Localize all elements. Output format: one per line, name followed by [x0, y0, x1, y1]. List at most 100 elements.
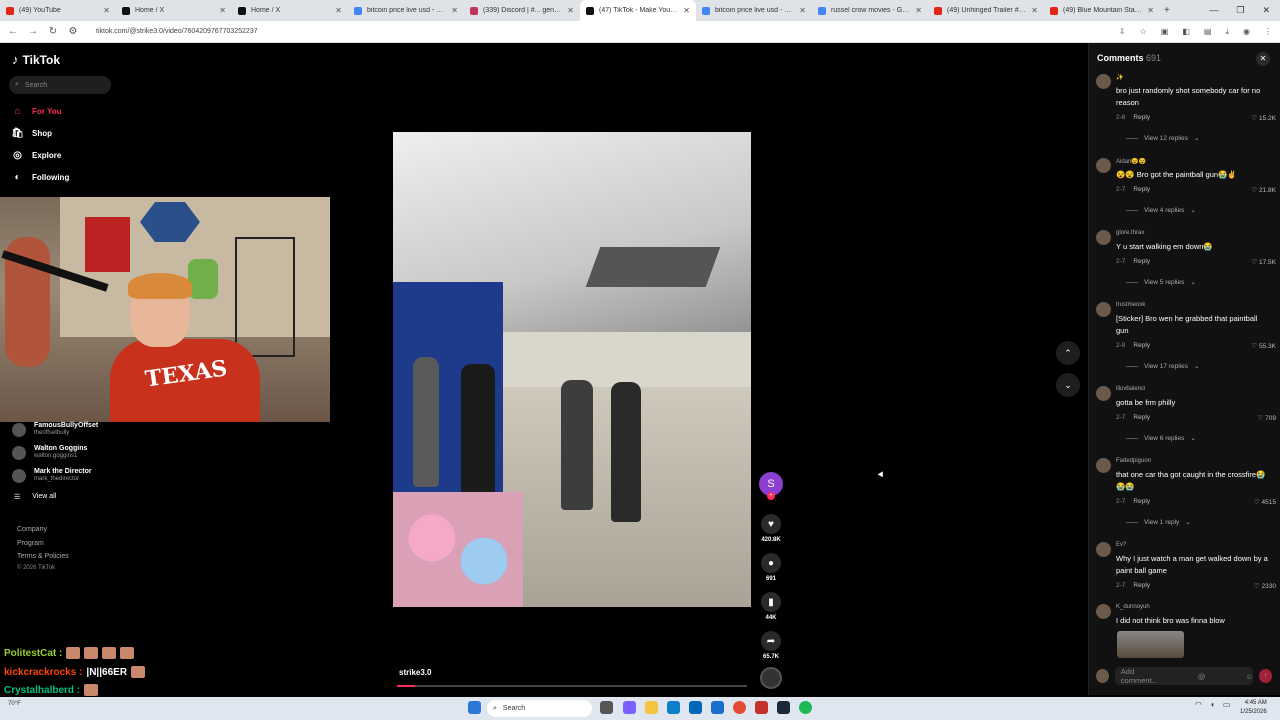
comment-like[interactable]: ♡ 4515 — [1254, 498, 1276, 506]
close-tab-icon[interactable]: ✕ — [567, 6, 574, 15]
comment-like[interactable]: ♡ 15.2K — [1251, 114, 1276, 122]
view-all-following[interactable]: ☰ View all — [14, 493, 56, 501]
comment-bubble-icon[interactable]: ● — [761, 553, 781, 573]
minimize-icon[interactable]: — — [1209, 5, 1218, 16]
nav-item-explore[interactable]: ◎ Explore — [11, 149, 61, 162]
like-action[interactable]: ♥ 420.8K — [760, 514, 782, 543]
browser-tab[interactable]: (339) Discord | #... genera ✕ — [464, 0, 580, 21]
extension-icon[interactable]: ▣ — [1161, 27, 1169, 37]
bookmark-star-icon[interactable]: ☆ — [1140, 27, 1147, 37]
windows-start-icon[interactable] — [468, 701, 481, 714]
share-action[interactable]: ➦ 65.7K — [760, 631, 782, 660]
comment-username[interactable]: Fadedpiguon — [1116, 458, 1151, 464]
comment-like[interactable]: ♡ 55.3K — [1251, 342, 1276, 350]
browser-tab[interactable]: Home / X ✕ — [232, 0, 348, 21]
browser-tab[interactable]: bitcoin price live usd - Google ✕ — [348, 0, 464, 21]
close-tab-icon[interactable]: ✕ — [683, 6, 690, 15]
footer-link[interactable]: Program — [17, 540, 44, 547]
comment-like[interactable]: ♡ 21.8K — [1251, 186, 1276, 194]
comment-username[interactable]: K_dunnoyuh — [1116, 604, 1150, 610]
next-video-button[interactable]: ⌄ — [1056, 373, 1080, 397]
wifi-icon[interactable]: ◠ — [1195, 700, 1202, 709]
close-tab-icon[interactable]: ✕ — [103, 6, 110, 15]
add-comment-input[interactable]: Add comment... @ ☺ — [1114, 667, 1254, 685]
reload-icon[interactable]: ↻ — [48, 26, 58, 37]
tiktok-logo[interactable]: ♪ TikTok — [12, 52, 60, 67]
comment-like[interactable]: ♡ 2330 — [1254, 582, 1276, 590]
view-replies-button[interactable]: View 17 replies ⌄ — [1126, 362, 1199, 370]
url-field[interactable]: tiktok.com/@strike3.0/video/760420976770… — [96, 28, 1109, 35]
close-tab-icon[interactable]: ✕ — [451, 6, 458, 15]
view-replies-button[interactable]: View 1 reply ⌄ — [1126, 518, 1191, 526]
edge-icon[interactable] — [667, 701, 680, 714]
reply-button[interactable]: Reply — [1133, 114, 1150, 122]
extensions-puzzle-icon[interactable]: ◧ — [1182, 27, 1190, 37]
weather-widget[interactable]: 70°F — [8, 701, 21, 707]
nav-item-shop[interactable]: 🛍 Shop — [11, 127, 52, 140]
video-progress-bar[interactable] — [397, 685, 747, 687]
close-window-icon[interactable]: ✕ — [1262, 5, 1270, 16]
close-tab-icon[interactable]: ✕ — [799, 6, 806, 15]
forward-icon[interactable]: → — [28, 26, 38, 37]
send-comment-button[interactable]: ↑ — [1259, 669, 1272, 683]
close-tab-icon[interactable]: ✕ — [335, 6, 342, 15]
reply-button[interactable]: Reply — [1133, 342, 1150, 350]
close-tab-icon[interactable]: ✕ — [1147, 6, 1154, 15]
back-icon[interactable]: ← — [8, 26, 18, 37]
footer-link[interactable]: Terms & Policies — [17, 553, 69, 560]
taskbar-clock[interactable]: 4:45 AM 1/25/2026 — [1240, 699, 1267, 717]
video-caption-author[interactable]: strike3.0 — [399, 668, 431, 677]
close-tab-icon[interactable]: ✕ — [219, 6, 226, 15]
reply-button[interactable]: Reply — [1133, 498, 1150, 506]
reply-button[interactable]: Reply — [1133, 258, 1150, 266]
spotify-icon[interactable] — [799, 701, 812, 714]
chrome-icon[interactable] — [733, 701, 746, 714]
copilot-icon[interactable] — [623, 701, 636, 714]
close-comments-button[interactable]: ✕ — [1256, 52, 1270, 66]
nav-item-following[interactable]: ◐ Following — [11, 171, 69, 184]
view-replies-button[interactable]: View 6 replies ⌄ — [1126, 434, 1196, 442]
install-icon[interactable]: ⇩ — [1119, 27, 1126, 37]
search-input[interactable]: ⌕ Search — [9, 76, 111, 94]
avatar[interactable] — [1096, 230, 1111, 245]
battery-icon[interactable]: ▭ — [1223, 700, 1231, 709]
view-replies-button[interactable]: View 4 replies ⌄ — [1126, 206, 1196, 214]
volume-icon[interactable]: ◖ — [1210, 700, 1215, 709]
avatar[interactable] — [1096, 158, 1111, 173]
app-icon[interactable] — [755, 701, 768, 714]
store-icon[interactable] — [689, 701, 702, 714]
comment-gif-thumbnail[interactable] — [1117, 631, 1184, 658]
profile-icon[interactable]: ◉ — [1243, 27, 1250, 37]
avatar[interactable] — [1096, 386, 1111, 401]
download-icon[interactable]: ⤓ — [1225, 27, 1229, 37]
browser-tab[interactable]: Home / X ✕ — [116, 0, 232, 21]
comment-username[interactable]: Ev? — [1116, 542, 1126, 548]
comment-like[interactable]: ♡ 17.5K — [1251, 258, 1276, 266]
sidebar-icon[interactable]: ▤ — [1204, 27, 1212, 37]
site-info-icon[interactable]: ⚙ — [68, 26, 78, 37]
avatar[interactable] — [1096, 604, 1111, 619]
following-account[interactable]: Walton Goggins walton.goggins1 — [12, 445, 87, 460]
view-replies-button[interactable]: View 12 replies ⌄ — [1126, 134, 1199, 142]
browser-tab[interactable]: (49) Unhinged Trailer #1 (2020 ✕ — [928, 0, 1044, 21]
nav-item-for-you[interactable]: ⌂ For You — [11, 105, 61, 118]
reply-button[interactable]: Reply — [1133, 582, 1150, 590]
save-action[interactable]: ▮ 44K — [760, 592, 782, 621]
avatar[interactable] — [1096, 542, 1111, 557]
comment-username[interactable]: illuvbalenci — [1116, 386, 1145, 392]
comment-action[interactable]: ● 691 — [760, 553, 782, 582]
mail-icon[interactable] — [711, 701, 724, 714]
bookmark-icon[interactable]: ▮ — [761, 592, 781, 612]
reply-button[interactable]: Reply — [1133, 186, 1150, 194]
comment-username[interactable]: Aidan😵😵 — [1116, 158, 1146, 165]
comment-like[interactable]: ♡ 709 — [1258, 414, 1277, 422]
file-explorer-icon[interactable] — [645, 701, 658, 714]
new-tab-icon[interactable]: + — [1164, 5, 1170, 16]
comment-username[interactable]: glore.thrax — [1116, 230, 1144, 236]
close-tab-icon[interactable]: ✕ — [915, 6, 922, 15]
music-disc-icon[interactable] — [760, 667, 782, 689]
comment-username[interactable]: trustmeoxk — [1116, 302, 1145, 308]
browser-tab[interactable]: (49) YouTube ✕ — [0, 0, 116, 21]
close-tab-icon[interactable]: ✕ — [1031, 6, 1038, 15]
avatar[interactable] — [1096, 302, 1111, 317]
